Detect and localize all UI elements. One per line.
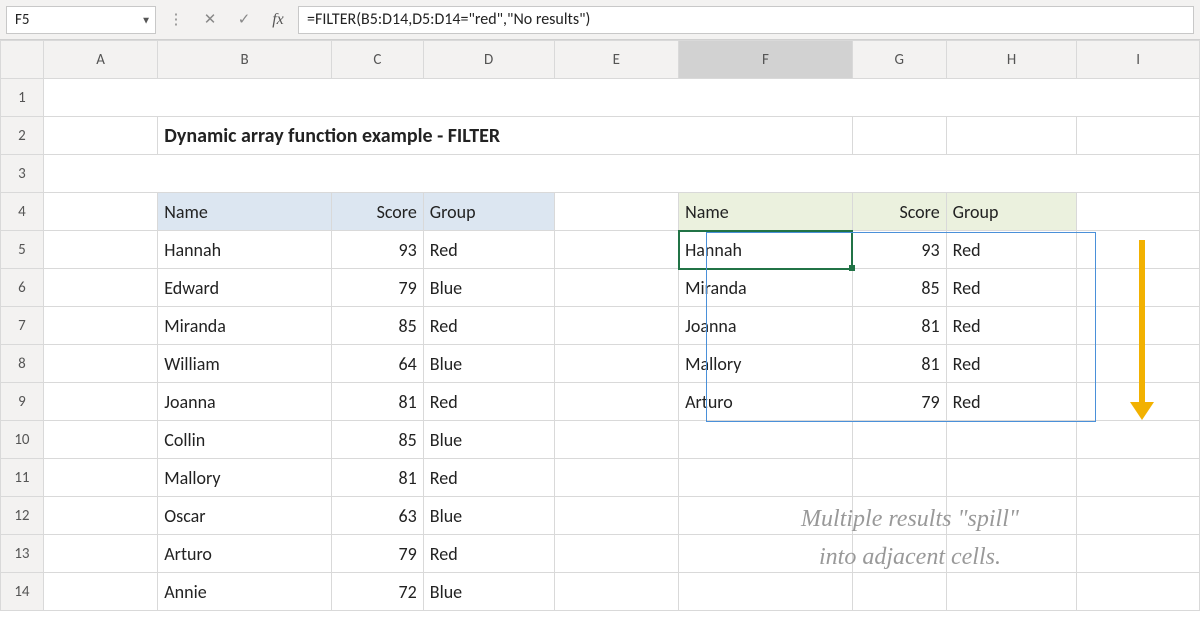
row-header-8[interactable]: 8	[1, 345, 44, 383]
row-header-14[interactable]: 14	[1, 573, 44, 611]
t1-score[interactable]: 79	[332, 269, 423, 306]
t2-score[interactable]: 81	[853, 307, 946, 344]
col-header-I[interactable]: I	[1077, 41, 1200, 79]
row-header-12[interactable]: 12	[1, 497, 44, 535]
col-header-G[interactable]: G	[852, 41, 946, 79]
t2-hdr-group: Group	[947, 193, 1077, 230]
row-header-2[interactable]: 2	[1, 117, 44, 155]
t1-group[interactable]: Red	[424, 231, 554, 268]
row-header-13[interactable]: 13	[1, 535, 44, 573]
t1-group[interactable]: Red	[424, 535, 554, 572]
fx-icon[interactable]: fx	[264, 6, 292, 34]
t1-hdr-name: Name	[158, 193, 331, 230]
row-header-3[interactable]: 3	[1, 155, 44, 193]
dots-icon: ⋮	[162, 6, 190, 34]
col-header-H[interactable]: H	[946, 41, 1077, 79]
t1-name[interactable]: Hannah	[158, 231, 331, 268]
t1-name[interactable]: Edward	[158, 269, 331, 306]
t2-group[interactable]: Red	[947, 269, 1077, 306]
t1-name[interactable]: Mallory	[158, 459, 331, 496]
t2-name[interactable]: Hannah	[679, 231, 852, 268]
row-header-5[interactable]: 5	[1, 231, 44, 269]
t2-group[interactable]: Red	[947, 307, 1077, 344]
t2-score[interactable]: 79	[853, 383, 946, 420]
t1-score[interactable]: 85	[332, 421, 423, 458]
t1-group[interactable]: Blue	[424, 269, 554, 306]
t1-group[interactable]: Blue	[424, 573, 554, 610]
row-header-9[interactable]: 9	[1, 383, 44, 421]
t2-group[interactable]: Red	[947, 231, 1077, 268]
t1-score[interactable]: 93	[332, 231, 423, 268]
formula-text: =FILTER(B5:D14,D5:D14="red","No results"…	[307, 10, 590, 29]
name-box[interactable]: F5 ▼	[6, 6, 156, 34]
col-header-B[interactable]: B	[158, 41, 332, 79]
t1-group[interactable]: Red	[424, 459, 554, 496]
t1-name[interactable]: William	[158, 345, 331, 382]
select-all-corner[interactable]	[1, 41, 44, 79]
t2-name[interactable]: Mallory	[679, 345, 852, 382]
row-header-11[interactable]: 11	[1, 459, 44, 497]
t2-hdr-score: Score	[853, 193, 946, 230]
col-header-F[interactable]: F	[679, 41, 853, 79]
t1-score[interactable]: 85	[332, 307, 423, 344]
t1-name[interactable]: Oscar	[158, 497, 331, 534]
spill-arrow-icon	[1130, 240, 1154, 420]
t1-hdr-score: Score	[332, 193, 423, 230]
t2-score[interactable]: 93	[853, 231, 946, 268]
t1-score[interactable]: 64	[332, 345, 423, 382]
t2-score[interactable]: 81	[853, 345, 946, 382]
t1-score[interactable]: 79	[332, 535, 423, 572]
t1-group[interactable]: Blue	[424, 421, 554, 458]
t1-hdr-group: Group	[424, 193, 554, 230]
t2-hdr-name: Name	[679, 193, 852, 230]
t1-group[interactable]: Blue	[424, 497, 554, 534]
t2-name[interactable]: Miranda	[679, 269, 852, 306]
annotation-line1: Multiple results "spill"	[720, 500, 1100, 538]
t1-group[interactable]: Blue	[424, 345, 554, 382]
accept-icon[interactable]: ✓	[230, 6, 258, 34]
col-header-E[interactable]: E	[554, 41, 679, 79]
t1-group[interactable]: Red	[424, 307, 554, 344]
dropdown-icon[interactable]: ▼	[141, 13, 151, 26]
row-header-10[interactable]: 10	[1, 421, 44, 459]
row-header-1[interactable]: 1	[1, 79, 44, 117]
t2-group[interactable]: Red	[947, 383, 1077, 420]
t1-name[interactable]: Annie	[158, 573, 331, 610]
page-title: Dynamic array function example - FILTER	[158, 117, 851, 154]
formula-bar: F5 ▼ ⋮ ✕ ✓ fx =FILTER(B5:D14,D5:D14="red…	[0, 0, 1200, 40]
col-header-C[interactable]: C	[331, 41, 423, 79]
t1-score[interactable]: 81	[332, 383, 423, 420]
t1-group[interactable]: Red	[424, 383, 554, 420]
t1-name[interactable]: Miranda	[158, 307, 331, 344]
formula-input[interactable]: =FILTER(B5:D14,D5:D14="red","No results"…	[298, 6, 1194, 34]
t2-score[interactable]: 85	[853, 269, 946, 306]
t2-group[interactable]: Red	[947, 345, 1077, 382]
col-header-A[interactable]: A	[43, 41, 157, 79]
row-header-7[interactable]: 7	[1, 307, 44, 345]
annotation-text: Multiple results "spill" into adjacent c…	[720, 500, 1100, 577]
name-box-value: F5	[15, 11, 30, 29]
row-header-6[interactable]: 6	[1, 269, 44, 307]
t1-score[interactable]: 63	[332, 497, 423, 534]
t2-name[interactable]: Arturo	[679, 383, 852, 420]
t1-name[interactable]: Arturo	[158, 535, 331, 572]
annotation-line2: into adjacent cells.	[720, 538, 1100, 576]
t2-name[interactable]: Joanna	[679, 307, 852, 344]
row-header-4[interactable]: 4	[1, 193, 44, 231]
col-header-D[interactable]: D	[423, 41, 554, 79]
t1-score[interactable]: 72	[332, 573, 423, 610]
cancel-icon[interactable]: ✕	[196, 6, 224, 34]
t1-name[interactable]: Collin	[158, 421, 331, 458]
t1-name[interactable]: Joanna	[158, 383, 331, 420]
t1-score[interactable]: 81	[332, 459, 423, 496]
